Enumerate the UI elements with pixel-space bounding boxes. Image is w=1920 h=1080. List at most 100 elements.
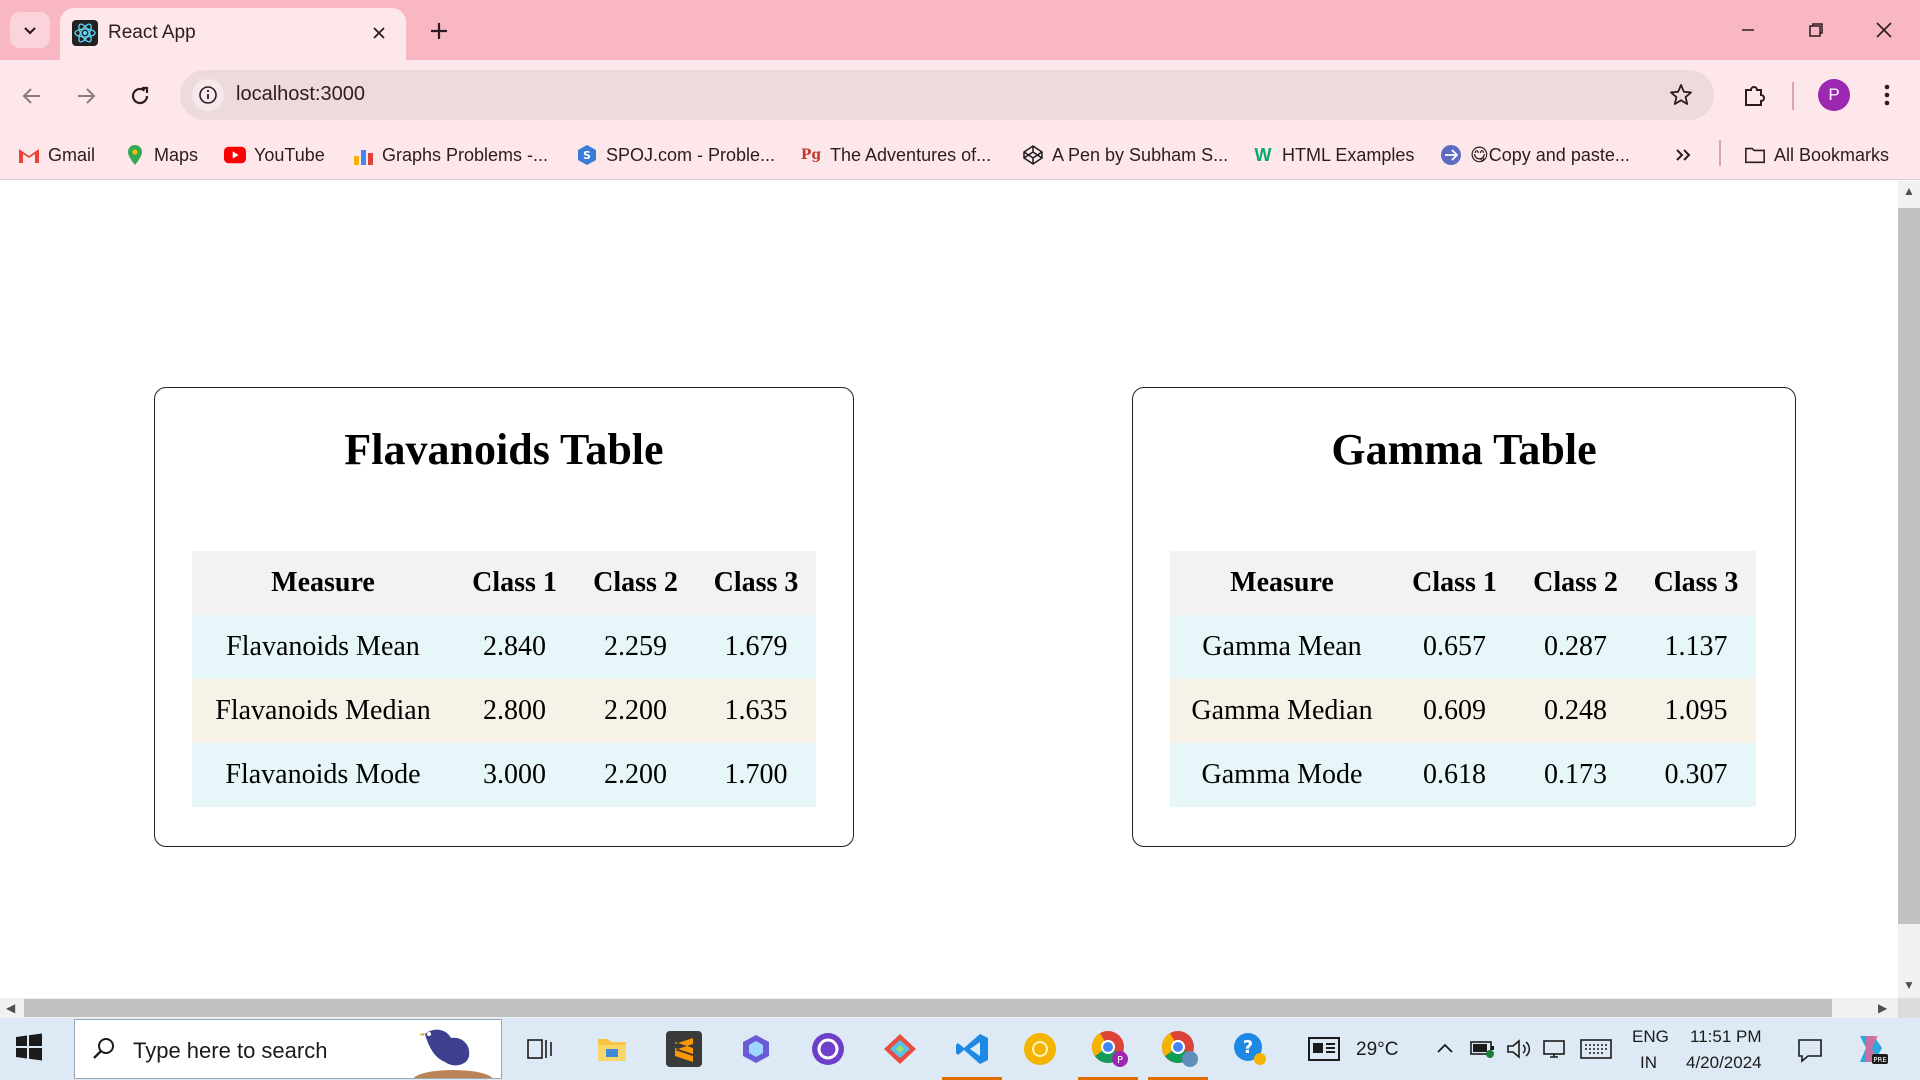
bookmark-maps[interactable]: Maps	[124, 140, 198, 170]
chrome-canary-button[interactable]	[1018, 1027, 1062, 1071]
bookmark-label: A Pen by Subham S...	[1052, 144, 1229, 165]
restore-button[interactable]	[1788, 10, 1844, 50]
chrome-icon: P	[1092, 1031, 1128, 1067]
chrome-profile-p-button[interactable]: P	[1088, 1027, 1132, 1071]
scroll-left-arrow-icon[interactable]: ◀	[6, 1001, 15, 1015]
region-indicator[interactable]: IN	[1640, 1053, 1657, 1073]
back-button[interactable]	[12, 76, 52, 116]
battery-icon[interactable]	[1470, 1038, 1496, 1058]
svg-text:S: S	[583, 149, 591, 162]
browser-menu-button[interactable]	[1872, 76, 1902, 114]
bookmark-label: Graphs Problems -...	[382, 144, 549, 165]
start-button[interactable]	[14, 1032, 48, 1066]
taskbar-search-box[interactable]: Type here to search	[74, 1019, 502, 1079]
clock-date[interactable]: 4/20/2024	[1686, 1053, 1762, 1073]
react-logo-icon	[72, 20, 98, 46]
column-header: Class 2	[575, 551, 696, 615]
sublime-text-icon	[666, 1031, 702, 1067]
scroll-up-arrow-icon[interactable]: ▲	[1903, 184, 1915, 198]
close-window-button[interactable]	[1856, 10, 1912, 50]
maps-icon	[124, 144, 146, 166]
table-cell: 0.287	[1515, 615, 1636, 679]
get-help-button[interactable]: ?	[1228, 1027, 1272, 1071]
bookmark-spoj[interactable]: S SPOJ.com - Proble...	[576, 140, 775, 170]
folder-icon	[1744, 144, 1766, 166]
m365-icon	[743, 1035, 769, 1063]
url-text[interactable]: localhost:3000	[236, 83, 365, 106]
tab-react-app[interactable]: React App	[60, 8, 406, 60]
column-header: Class 1	[454, 551, 575, 615]
reload-button[interactable]	[120, 76, 160, 116]
copilot-app-button[interactable]	[734, 1027, 778, 1071]
all-bookmarks-label: All Bookmarks	[1774, 144, 1890, 165]
table-cell: Gamma Mode	[1170, 743, 1394, 807]
bookmark-gmail[interactable]: Gmail	[18, 140, 95, 170]
vscode-button[interactable]	[950, 1027, 994, 1071]
bookmark-html-examples[interactable]: W HTML Examples	[1252, 140, 1415, 170]
chrome-profile-2-button[interactable]	[1158, 1027, 1202, 1071]
extensions-button[interactable]	[1736, 76, 1772, 114]
minimize-button[interactable]	[1720, 10, 1776, 50]
task-view-icon	[527, 1039, 552, 1059]
notification-icon[interactable]	[1796, 1036, 1824, 1064]
table-cell: 1.137	[1636, 615, 1756, 679]
column-header: Class 3	[1636, 551, 1756, 615]
github-icon	[812, 1033, 844, 1065]
vscode-icon	[956, 1034, 988, 1064]
graphs-icon	[352, 144, 374, 166]
arrow-left-icon	[22, 88, 40, 104]
volume-icon[interactable]	[1506, 1038, 1532, 1060]
copy-paste-icon	[1440, 144, 1462, 166]
keyboard-icon[interactable]	[1580, 1038, 1612, 1060]
copilot-icon[interactable]: PRE	[1852, 1032, 1888, 1066]
flavanoids-table: Measure Class 1 Class 2 Class 3 Flavanoi…	[192, 551, 816, 807]
bookmark-star-button[interactable]	[1668, 82, 1694, 113]
git-app-button[interactable]	[878, 1027, 922, 1071]
all-bookmarks-button[interactable]: All Bookmarks	[1744, 140, 1889, 170]
weather-widget[interactable]	[1304, 1027, 1344, 1071]
close-tab-button[interactable]	[366, 20, 392, 46]
horizontal-scrollbar-thumb[interactable]	[24, 999, 1832, 1017]
windows-logo-icon	[16, 1033, 42, 1061]
forward-button[interactable]	[66, 76, 106, 116]
gamma-table-title: Gamma Table	[1331, 425, 1597, 474]
w3schools-icon: W	[1254, 144, 1272, 165]
new-tab-button[interactable]	[422, 14, 456, 48]
folder-icon	[598, 1039, 626, 1061]
clock-time[interactable]: 11:51 PM	[1690, 1027, 1762, 1047]
table-cell: 1.700	[696, 743, 816, 807]
vertical-scrollbar-thumb[interactable]	[1898, 208, 1920, 924]
file-explorer-button[interactable]	[590, 1027, 634, 1071]
scroll-down-arrow-icon[interactable]: ▼	[1903, 978, 1915, 992]
browser-toolbar: localhost:3000 P	[0, 60, 1920, 130]
plus-icon	[431, 23, 447, 39]
column-header: Class 2	[1515, 551, 1636, 615]
network-icon[interactable]	[1542, 1038, 1568, 1060]
puzzle-icon	[1745, 86, 1765, 106]
bookmark-codepen[interactable]: A Pen by Subham S...	[1022, 140, 1228, 170]
bookmark-adventures[interactable]: Pg The Adventures of...	[800, 140, 991, 170]
codepen-icon	[1022, 144, 1044, 166]
sublime-text-button[interactable]	[662, 1027, 706, 1071]
bookmark-youtube[interactable]: YouTube	[224, 140, 325, 170]
more-bookmarks-button[interactable]	[1674, 140, 1692, 170]
info-icon	[199, 86, 217, 104]
page-viewport: Flavanoids Table Measure Class 1 Class 2…	[0, 181, 1898, 998]
tab-search-button[interactable]	[10, 12, 50, 48]
profile-avatar[interactable]: P	[1818, 79, 1850, 111]
table-cell: 0.618	[1394, 743, 1515, 807]
gitkraken-icon	[884, 1034, 916, 1064]
site-info-button[interactable]	[192, 79, 224, 111]
table-row: Gamma Mean 0.657 0.287 1.137	[1170, 615, 1756, 679]
address-bar[interactable]: localhost:3000	[180, 70, 1714, 120]
task-view-button[interactable]	[518, 1027, 562, 1071]
language-indicator[interactable]: ENG	[1632, 1027, 1669, 1047]
github-desktop-button[interactable]	[806, 1027, 850, 1071]
weather-temperature[interactable]: 29°C	[1356, 1039, 1398, 1061]
bookmark-graphs-problems[interactable]: Graphs Problems -...	[352, 140, 548, 170]
scroll-right-arrow-icon[interactable]: ▶	[1878, 1001, 1887, 1015]
table-cell: Flavanoids Median	[192, 679, 454, 743]
bookmark-copy-paste[interactable]: 😋Copy and paste...	[1440, 140, 1630, 170]
table-row: Gamma Median 0.609 0.248 1.095	[1170, 679, 1756, 743]
chevron-up-icon[interactable]	[1436, 1040, 1454, 1056]
